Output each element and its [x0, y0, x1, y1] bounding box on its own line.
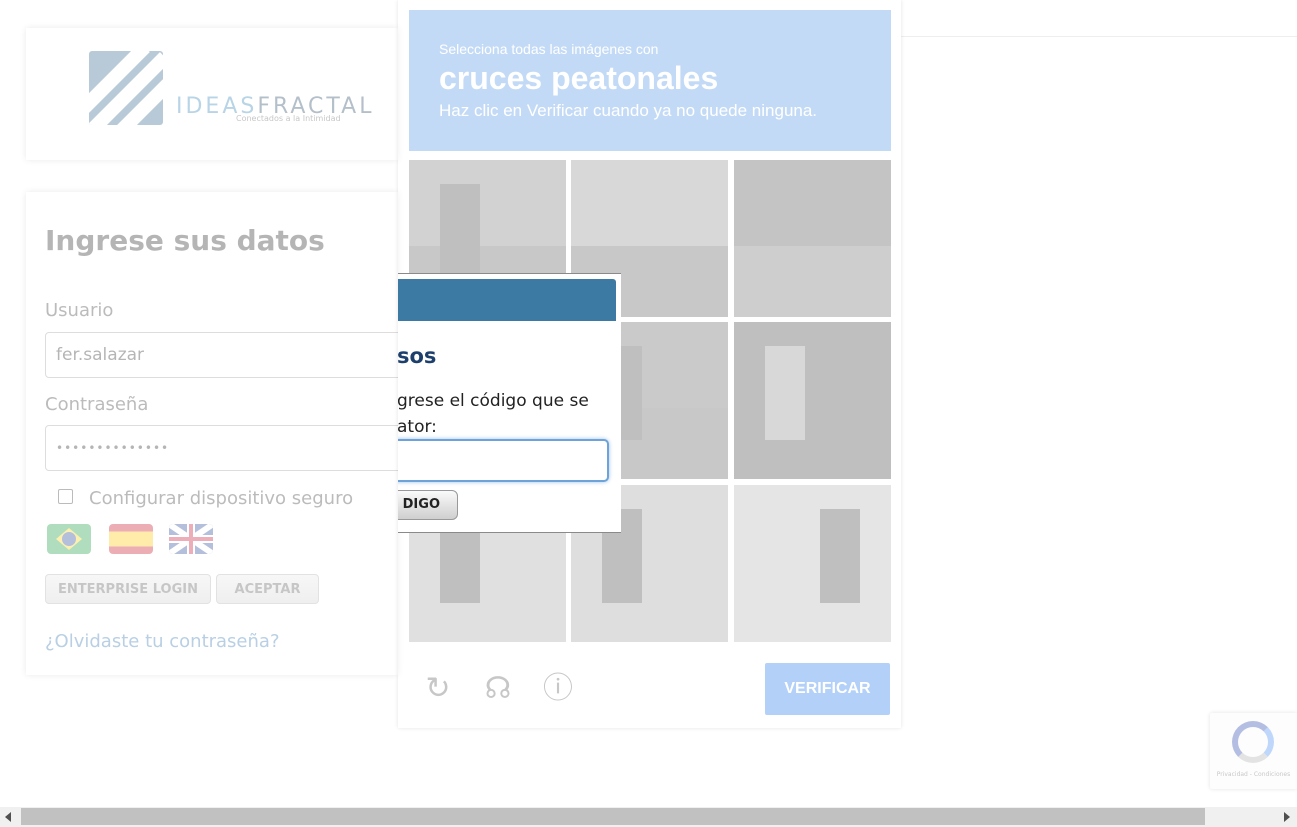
- modal-instructions-line-1: grese el código que se: [398, 391, 589, 411]
- trusted-device-label: Configurar dispositivo seguro: [89, 488, 354, 509]
- trusted-device-checkbox[interactable]: [58, 489, 73, 504]
- info-icon[interactable]: ⓘ: [541, 672, 575, 706]
- recaptcha-logo-icon: [1232, 721, 1274, 763]
- reload-icon[interactable]: ↻: [421, 672, 455, 706]
- modal-title: sos: [398, 344, 437, 368]
- modal-header-bar: [398, 279, 616, 321]
- uk-flag-icon[interactable]: [169, 524, 213, 554]
- forgot-password-link[interactable]: ¿Olvidaste tu contraseña?: [45, 631, 280, 652]
- verification-code-input[interactable]: [398, 439, 609, 482]
- recaptcha-badge-text: Privacidad - Condiciones: [1216, 771, 1291, 778]
- modal-instructions: grese el código que se ator:: [398, 388, 621, 440]
- logo-card: IDEASFRACTAL Conectados a la Intimidad: [26, 28, 398, 160]
- logo-tagline: Conectados a la Intimidad: [236, 114, 341, 123]
- password-label: Contraseña: [45, 394, 149, 415]
- scroll-left-arrow-icon[interactable]: [5, 812, 11, 822]
- horizontal-scrollbar[interactable]: [0, 807, 1297, 827]
- recaptcha-badge[interactable]: Privacidad - Condiciones: [1210, 713, 1297, 789]
- username-input[interactable]: fer.salazar: [45, 332, 405, 378]
- verify-button[interactable]: VERIFICAR: [765, 663, 890, 715]
- captcha-tile[interactable]: [734, 485, 891, 642]
- two-factor-modal-viewport: sos grese el código que se ator: DIGO: [398, 273, 621, 533]
- username-label: Usuario: [45, 300, 114, 321]
- enterprise-login-button[interactable]: ENTERPRISE LOGIN: [45, 574, 211, 604]
- login-form: Ingrese sus datos Usuario fer.salazar Co…: [26, 192, 405, 675]
- captcha-header: Selecciona todas las imágenes con cruces…: [409, 10, 891, 151]
- modal-instructions-line-2: ator:: [398, 417, 437, 437]
- captcha-tile[interactable]: [734, 322, 891, 479]
- scroll-right-arrow-icon[interactable]: [1284, 812, 1290, 822]
- spain-flag-icon[interactable]: [109, 524, 153, 554]
- captcha-top-strip: [900, 0, 1297, 37]
- password-input[interactable]: ••••••••••••••: [45, 425, 405, 471]
- scrollbar-thumb[interactable]: [21, 808, 1205, 825]
- accept-button[interactable]: ACEPTAR: [216, 574, 319, 604]
- captcha-tile[interactable]: [734, 160, 891, 317]
- submit-code-button[interactable]: DIGO: [398, 490, 458, 520]
- captcha-target: cruces peatonales: [439, 60, 719, 96]
- ideasfractal-logo-icon: [89, 51, 163, 125]
- two-factor-modal: sos grese el código que se ator: DIGO: [398, 273, 621, 533]
- captcha-instruction: Haz clic en Verificar cuando ya no quede…: [439, 101, 818, 120]
- brazil-flag-icon[interactable]: [47, 524, 91, 554]
- headphones-icon[interactable]: ☊: [481, 672, 515, 706]
- login-title: Ingrese sus datos: [45, 224, 325, 257]
- captcha-subtitle: Selecciona todas las imágenes con: [439, 41, 659, 57]
